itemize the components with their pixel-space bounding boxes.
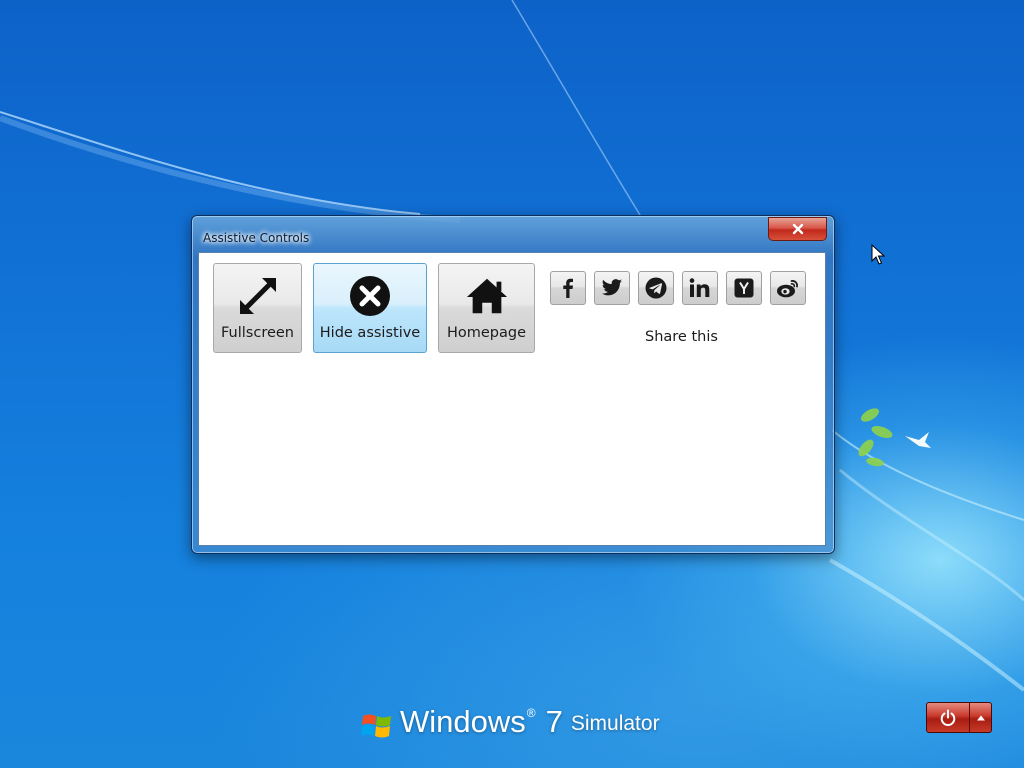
share-twitter-button[interactable] bbox=[594, 271, 630, 305]
close-icon bbox=[792, 223, 803, 235]
expand-arrows-icon bbox=[239, 278, 276, 314]
home-icon bbox=[466, 278, 507, 314]
close-circle-icon bbox=[350, 276, 390, 316]
share-telegram-button[interactable] bbox=[638, 271, 674, 305]
simulator-label: Simulator bbox=[570, 712, 660, 735]
share-hacker-news-button[interactable] bbox=[726, 271, 762, 305]
close-window-button[interactable] bbox=[768, 217, 827, 241]
window-titlebar[interactable]: Assistive Controls bbox=[192, 216, 834, 252]
share-facebook-button[interactable] bbox=[550, 271, 586, 305]
hacker-news-icon bbox=[734, 278, 754, 298]
windows-wordmark: Windows bbox=[400, 704, 526, 739]
fullscreen-label: Fullscreen bbox=[221, 325, 294, 341]
hide-assistive-label: Hide assistive bbox=[319, 325, 421, 341]
linkedin-icon bbox=[689, 278, 710, 297]
version-number: 7 bbox=[545, 704, 563, 739]
shutdown-options-button[interactable] bbox=[970, 703, 991, 732]
caret-up-icon bbox=[976, 715, 985, 720]
window-content: Fullscreen Hide assistive Homepage Share… bbox=[198, 252, 826, 546]
assistive-controls-window: Assistive Controls Fullscreen Hide assis… bbox=[191, 215, 835, 554]
shutdown-button-group bbox=[926, 702, 992, 733]
hide-assistive-button[interactable]: Hide assistive bbox=[313, 263, 427, 353]
homepage-button[interactable]: Homepage bbox=[438, 263, 535, 353]
registered-mark: ® bbox=[526, 706, 536, 720]
fullscreen-button[interactable]: Fullscreen bbox=[213, 263, 302, 353]
window-title: Assistive Controls bbox=[203, 231, 310, 245]
telegram-icon bbox=[645, 277, 667, 299]
facebook-icon bbox=[563, 278, 573, 298]
homepage-label: Homepage bbox=[446, 325, 527, 341]
mouse-cursor-icon bbox=[871, 244, 885, 265]
shutdown-button[interactable] bbox=[927, 703, 970, 732]
share-linkedin-button[interactable] bbox=[682, 271, 718, 305]
power-icon bbox=[940, 709, 956, 726]
weibo-icon bbox=[777, 280, 798, 298]
share-weibo-button[interactable] bbox=[770, 271, 806, 305]
share-this-label: Share this bbox=[645, 329, 718, 345]
leaf-decoration bbox=[858, 408, 893, 467]
windows-branding: Windows ® 7 Simulator bbox=[360, 702, 660, 742]
windows-logo-icon bbox=[361, 714, 391, 738]
twitter-icon bbox=[601, 279, 623, 296]
